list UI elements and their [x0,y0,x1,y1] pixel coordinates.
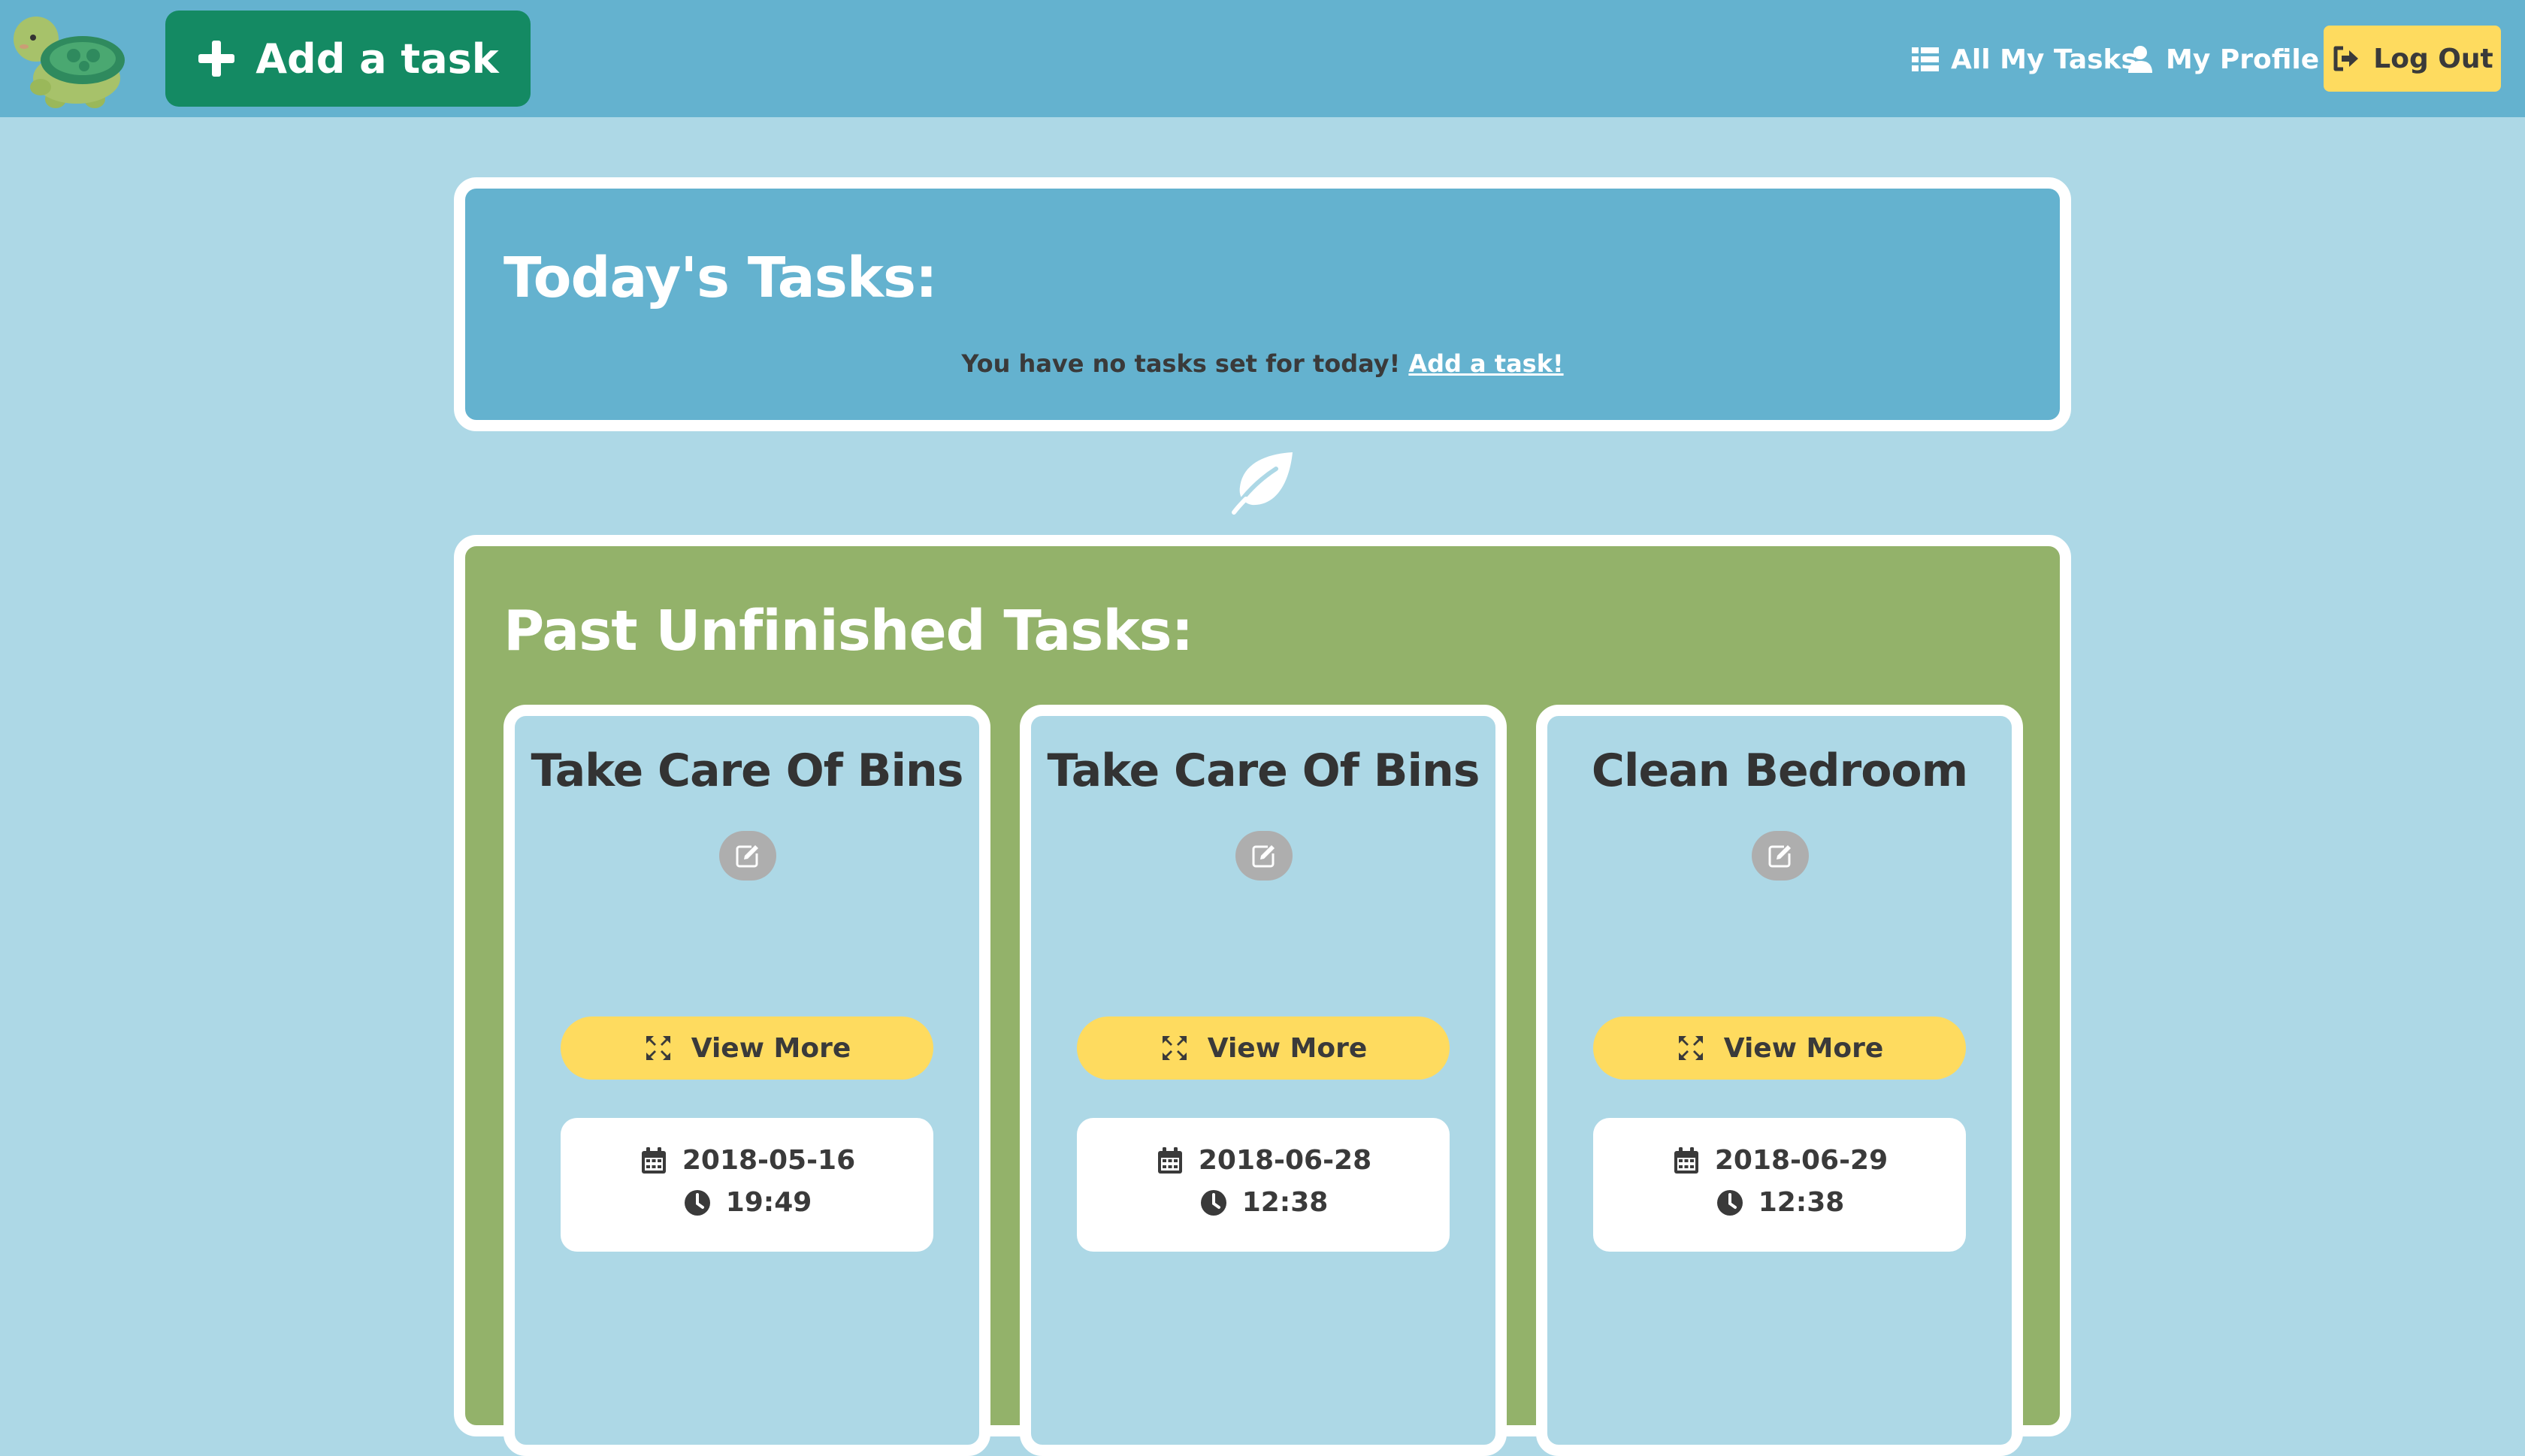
calendar-icon [641,1146,666,1174]
plus-icon [198,41,235,77]
task-card: Clean Bedroom View More 2018-06-29 12:38 [1536,705,2023,1456]
view-more-label: View More [1723,1032,1884,1064]
task-time-value: 12:38 [1241,1187,1329,1218]
expand-icon [1162,1036,1187,1060]
task-time: 12:38 [1593,1187,1966,1218]
leaf-icon [1230,452,1293,515]
view-more-button[interactable]: View More [561,1016,933,1080]
add-task-button-label: Add a task [256,35,499,83]
view-more-label: View More [691,1032,851,1064]
task-title: Take Care Of Bins [531,745,964,797]
view-more-button[interactable]: View More [1593,1016,1966,1080]
nav-all-my-tasks[interactable]: All My Tasks [1910,33,2137,86]
calendar-icon [1674,1146,1698,1174]
nav-my-profile-label: My Profile [2166,44,2320,75]
logout-button[interactable]: Log Out [2324,26,2501,92]
expand-icon [1678,1036,1703,1060]
task-card: Take Care Of Bins View More [1020,705,1507,1456]
edit-task-button[interactable] [1235,831,1293,881]
nav-my-profile[interactable]: My Profile [2125,33,2319,86]
navbar: Add a task All My Tasks My Profile Log O… [0,0,2525,117]
list-icon [1912,47,1939,71]
nav-all-my-tasks-label: All My Tasks [1951,44,2137,75]
task-time-value: 12:38 [1758,1187,1845,1218]
task-date: 2018-06-28 [1077,1145,1450,1176]
past-unfinished-tasks-panel: Past Unfinished Tasks: Take Care Of Bins… [454,535,2071,1456]
task-datetime: 2018-06-28 12:38 [1077,1118,1450,1252]
todays-tasks-title: Today's Tasks: [503,246,938,310]
task-date-value: 2018-06-28 [1198,1145,1372,1176]
task-time: 19:49 [561,1187,933,1218]
sign-out-icon [2333,46,2359,71]
view-more-button[interactable]: View More [1077,1016,1450,1080]
turtle-logo-icon[interactable] [11,6,131,110]
add-task-link[interactable]: Add a task! [1408,349,1563,378]
no-tasks-message-text: You have no tasks set for today! [961,349,1401,378]
task-date: 2018-05-16 [561,1145,933,1176]
task-title: Clean Bedroom [1591,745,1968,797]
past-unfinished-tasks-title: Past Unfinished Tasks: [503,599,1193,663]
edit-icon [1252,845,1275,868]
task-date: 2018-06-29 [1593,1145,1966,1176]
no-tasks-message: You have no tasks set for today! Add a t… [465,349,2060,378]
task-date-value: 2018-06-29 [1714,1145,1888,1176]
edit-task-button[interactable] [1752,831,1809,881]
task-time: 12:38 [1077,1187,1450,1218]
expand-icon [646,1036,670,1060]
calendar-icon [1157,1146,1182,1174]
task-title: Take Care Of Bins [1047,745,1480,797]
edit-icon [736,845,758,868]
task-datetime: 2018-05-16 19:49 [561,1118,933,1252]
add-task-button[interactable]: Add a task [165,11,531,107]
todays-tasks-panel: Today's Tasks: You have no tasks set for… [454,177,2071,431]
user-icon [2128,46,2152,73]
task-time-value: 19:49 [725,1187,812,1218]
clock-icon [684,1189,710,1216]
edit-icon [1768,845,1791,868]
view-more-label: View More [1207,1032,1368,1064]
edit-task-button[interactable] [719,831,776,881]
task-card: Take Care Of Bins View More [503,705,990,1456]
task-datetime: 2018-06-29 12:38 [1593,1118,1966,1252]
logout-button-label: Log Out [2373,43,2493,74]
clock-icon [1716,1189,1743,1216]
clock-icon [1200,1189,1226,1216]
task-date-value: 2018-05-16 [682,1145,856,1176]
